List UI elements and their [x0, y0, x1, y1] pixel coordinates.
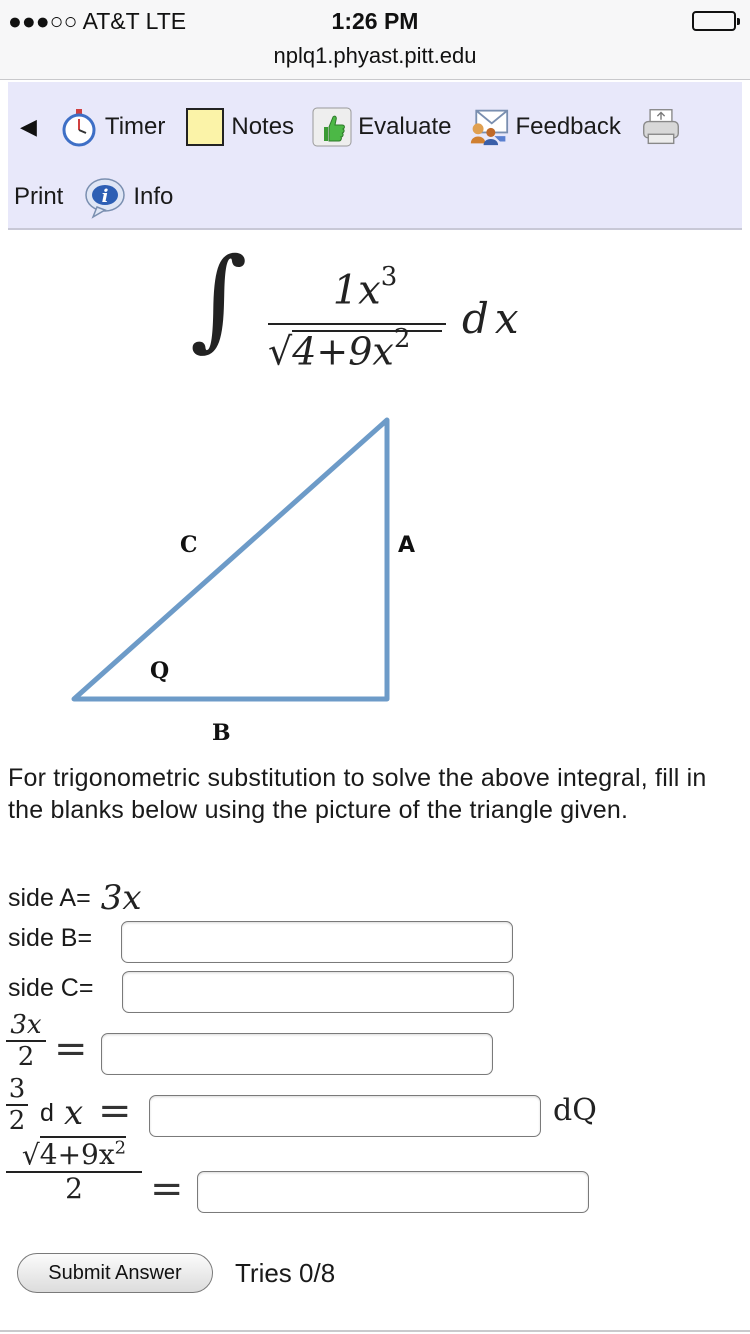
- toolbar-item-timer[interactable]: Timer: [59, 107, 165, 147]
- toolbar-item-print[interactable]: Print: [14, 183, 63, 211]
- address-bar[interactable]: nplq1.phyast.pitt.edu: [0, 43, 750, 69]
- sqrt-radicand-exponent: 2: [114, 1138, 127, 1159]
- toolbar-label-timer: Timer: [104, 113, 166, 140]
- numerator-exponent: 3: [380, 262, 398, 292]
- fraction-3-denominator: 2: [8, 1106, 26, 1136]
- toolbar-item-notes[interactable]: Notes: [185, 107, 294, 147]
- fraction-3-numerator: 3: [8, 1074, 26, 1104]
- fraction-sqrt-over-2: √4+9x2 2: [6, 1136, 142, 1206]
- side-b-row: side B=: [8, 924, 92, 953]
- side-b-label: side B=: [8, 924, 93, 952]
- side-c-input[interactable]: [122, 971, 514, 1013]
- variable-x: x: [64, 1093, 84, 1133]
- side-a-row: side A= 3x: [8, 878, 142, 918]
- side-a-value-text: 3x: [100, 878, 142, 918]
- svg-text:i: i: [102, 186, 109, 207]
- integral-denominator: √4+9x2: [268, 324, 411, 374]
- sqrt-radicand-text: 4+9x: [39, 1138, 115, 1172]
- toolbar-label-print: Print: [14, 183, 64, 210]
- toolbar-item-feedback[interactable]: Feedback: [469, 107, 621, 147]
- equals-sign-3: =: [150, 1166, 184, 1212]
- triangle-label-b: B: [212, 720, 231, 746]
- dq-suffix: dQ: [553, 1093, 597, 1128]
- numerator-base: 1x: [332, 267, 381, 314]
- toolbar-item-info[interactable]: i Info: [83, 177, 174, 219]
- submit-answer-button[interactable]: Submit Answer: [17, 1253, 213, 1293]
- frac1-input[interactable]: [101, 1033, 493, 1075]
- toolbar-item-evaluate[interactable]: Evaluate: [312, 107, 451, 147]
- problem-statement: For trigonometric substitution to solve …: [8, 764, 707, 824]
- triangle-label-q: Q: [150, 658, 169, 684]
- equals-sign-1: =: [54, 1026, 88, 1072]
- fraction-3x-over-2: 3x 2: [6, 1012, 46, 1070]
- side-b-input[interactable]: [121, 921, 513, 963]
- toolbar-label-info: Info: [133, 183, 174, 210]
- triangle-label-a: A: [398, 533, 415, 558]
- integral-expression: ∫ 1x3 √4+9x2 dx: [190, 234, 550, 388]
- differential-text: dx: [462, 294, 525, 343]
- radical-bar: [292, 330, 442, 332]
- tries-counter: Tries 0/8: [235, 1258, 336, 1288]
- denominator-exponent: 2: [393, 324, 411, 354]
- fraction-sqrt-numerator: √4+9x2: [21, 1136, 127, 1172]
- back-arrow-icon[interactable]: ◀: [20, 114, 37, 140]
- battery-icon: [692, 11, 740, 31]
- toolbar-label-notes: Notes: [231, 113, 295, 140]
- fraction-sqrt-denominator: 2: [65, 1172, 83, 1206]
- side-a-label: side A=: [8, 883, 91, 912]
- triangle-outline: [71, 417, 390, 702]
- fraction-3x-denominator: 2: [17, 1042, 35, 1072]
- side-c-row: side C=: [8, 974, 93, 1003]
- printer-icon[interactable]: [641, 107, 681, 147]
- notepad-icon: [185, 107, 225, 147]
- fraction-3x-numerator: 3x: [10, 1010, 42, 1040]
- toolbar-row-2: Print i Info: [8, 174, 742, 220]
- toolbar-label-evaluate: Evaluate: [358, 113, 452, 140]
- differential-d: d: [40, 1099, 54, 1127]
- clock: 1:26 PM: [331, 8, 419, 34]
- sqrt-radicand: 4+9x2: [39, 1136, 127, 1172]
- fraction-bar: [268, 323, 446, 325]
- integral-numerator: 1x3: [290, 262, 440, 314]
- integral-sign: ∫: [190, 234, 248, 362]
- fraction-3-over-2: 3 2: [6, 1076, 28, 1134]
- status-bar: ●●●○○ AT&T LTE 1:26 PM nplq1.phyast.pitt…: [0, 0, 750, 80]
- info-icon: i: [83, 177, 127, 219]
- stopwatch-icon: [59, 107, 99, 147]
- lon-capa-toolbar: ◀ Timer Notes Evaluate Feedback Print i …: [8, 82, 742, 230]
- thumbs-up-icon: [312, 107, 352, 147]
- feedback-icon: [469, 107, 509, 147]
- bottom-divider: [0, 1330, 750, 1332]
- side-a-value: 3x: [101, 878, 142, 918]
- right-triangle-diagram: C A Q B: [71, 417, 415, 746]
- side-c-label: side C=: [8, 974, 94, 1002]
- equals-sign-2: =: [98, 1088, 132, 1134]
- denominator-radicand: 4+9x: [292, 329, 394, 374]
- toolbar-row-1: ◀ Timer Notes Evaluate Feedback: [8, 102, 742, 152]
- differential: dx: [462, 294, 525, 343]
- triangle-label-c: C: [180, 532, 198, 558]
- frac3-input[interactable]: [197, 1171, 589, 1213]
- frac2-input[interactable]: [149, 1095, 541, 1137]
- toolbar-label-feedback: Feedback: [515, 113, 621, 140]
